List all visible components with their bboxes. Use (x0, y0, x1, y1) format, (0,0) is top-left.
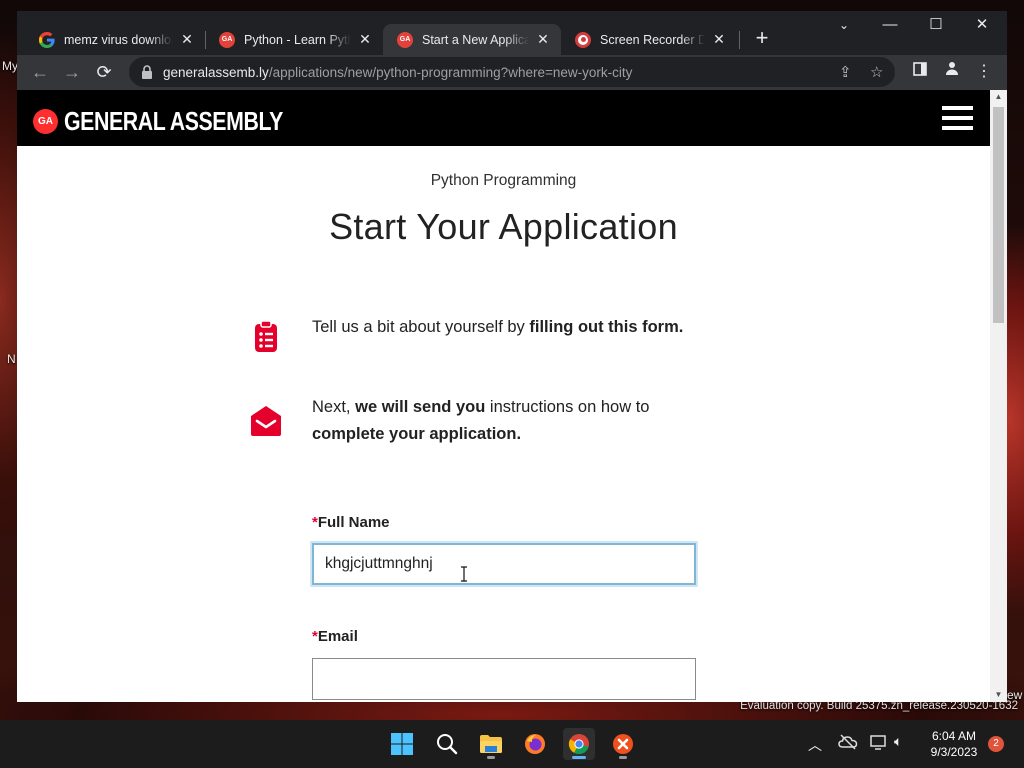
firefox-button[interactable] (519, 728, 551, 760)
google-icon (39, 31, 55, 48)
tab-title: Start a New Application (422, 32, 529, 47)
search-button[interactable] (431, 728, 463, 760)
clipboard-checklist-icon (255, 320, 277, 352)
bookmark-star-icon[interactable]: ☆ (870, 63, 883, 81)
page-scrollbar[interactable]: ▲ ▼ (990, 90, 1007, 702)
tab-start-application[interactable]: GA Start a New Application ✕ (383, 24, 561, 55)
desktop-icon-label[interactable]: My (2, 59, 18, 73)
taskbar: ︿ 🔈︎ 6:04 AM 9/3/2023 2 (0, 720, 1024, 768)
ga-logo-mark: GA (33, 109, 58, 134)
envelope-icon (251, 406, 281, 436)
tab-search-button[interactable]: ⌄ (821, 11, 867, 41)
chrome-button[interactable] (563, 728, 595, 760)
minimize-button[interactable]: — (867, 11, 913, 41)
system-clock[interactable]: 6:04 AM 9/3/2023 (922, 728, 986, 760)
maximize-button[interactable]: ☐ (913, 11, 959, 41)
close-tab-icon[interactable]: ✕ (357, 31, 373, 48)
full-name-input[interactable] (312, 543, 696, 585)
scrollbar-thumb[interactable] (993, 107, 1004, 323)
email-label: *Email (312, 628, 358, 645)
show-hidden-icons-chevron-icon[interactable]: ︿ (808, 735, 822, 755)
windows-logo-icon (391, 733, 413, 755)
url-path: /applications/new/python-programming?whe… (268, 64, 633, 80)
hamburger-menu-icon[interactable] (942, 106, 973, 130)
text-cursor-icon (461, 566, 467, 582)
share-icon[interactable]: ⇪ (839, 63, 852, 81)
tab-title: memz virus download (64, 32, 173, 47)
full-name-label: *Full Name (312, 514, 390, 531)
clock-time: 6:04 AM (931, 729, 977, 743)
forward-button[interactable]: → (58, 58, 86, 86)
email-input[interactable] (312, 658, 696, 700)
close-tab-icon[interactable]: ✕ (711, 31, 727, 48)
running-indicator (619, 756, 627, 759)
page-viewport: GA GENERAL ASSEMBLY Python Programming S… (17, 90, 990, 702)
browser-window: memz virus download ✕ GA Python - Learn … (17, 11, 1007, 702)
folder-icon (480, 735, 502, 753)
clock-date: 9/3/2023 (930, 745, 978, 759)
desktop-icon-label[interactable]: N (7, 352, 16, 366)
tab-separator (739, 31, 740, 49)
running-indicator (572, 756, 586, 759)
ga-icon: GA (397, 31, 413, 48)
orange-x-app-icon (613, 734, 633, 754)
new-tab-button[interactable]: + (749, 25, 775, 51)
tab-screen-recorder[interactable]: Screen Recorder Download ✕ (561, 24, 737, 55)
firefox-icon (525, 734, 545, 754)
tab-strip: memz virus download ✕ GA Python - Learn … (17, 11, 1007, 55)
ga-logo-text: GENERAL ASSEMBLY (64, 106, 283, 136)
volume-icon[interactable]: 🔈︎ (894, 733, 902, 750)
step-send-instructions-text: Next, we will send you instructions on h… (312, 398, 650, 443)
step-fill-form-text: Tell us a bit about yourself by filling … (312, 318, 684, 336)
program-name: Python Programming (430, 172, 577, 189)
recorder-icon (575, 31, 591, 48)
scroll-up-arrow-icon[interactable]: ▲ (990, 90, 1007, 104)
onedrive-offline-icon[interactable] (838, 734, 858, 753)
browser-toolbar: ← → ⟳ generalassemb.ly/applications/new/… (17, 55, 1007, 90)
file-explorer-button[interactable] (475, 728, 507, 760)
ga-icon: GA (219, 31, 235, 48)
search-icon (437, 734, 458, 755)
address-bar[interactable]: generalassemb.ly/applications/new/python… (129, 57, 895, 87)
tab-python-learn[interactable]: GA Python - Learn Python ✕ (205, 24, 383, 55)
side-panel-icon[interactable] (906, 58, 934, 86)
browser-menu-icon[interactable]: ⋮ (970, 58, 998, 86)
scroll-down-arrow-icon[interactable]: ▼ (990, 688, 1007, 702)
close-window-button[interactable]: ✕ (959, 11, 1005, 41)
tab-title: Screen Recorder Download (600, 32, 705, 47)
ga-icon-text: GA (221, 36, 233, 43)
page-title: Start Your Application (329, 206, 678, 247)
network-icon[interactable] (870, 734, 888, 753)
notification-badge[interactable]: 2 (988, 736, 1004, 752)
chrome-icon (568, 734, 589, 755)
url-host: generalassemb.ly (163, 64, 269, 80)
close-tab-icon[interactable]: ✕ (535, 31, 551, 48)
profile-icon[interactable] (938, 58, 966, 86)
tool-app-button[interactable] (607, 728, 639, 760)
reload-button[interactable]: ⟳ (90, 58, 118, 86)
general-assembly-logo[interactable]: GA GENERAL ASSEMBLY (33, 106, 331, 137)
running-indicator (487, 756, 495, 759)
site-header: GA GENERAL ASSEMBLY (17, 90, 990, 146)
start-button[interactable] (386, 728, 418, 760)
tab-title: Python - Learn Python (244, 32, 351, 47)
lock-icon[interactable] (141, 65, 153, 79)
tab-memz[interactable]: memz virus download ✕ (25, 24, 205, 55)
back-button[interactable]: ← (26, 58, 54, 86)
ga-icon-text: GA (399, 36, 411, 43)
url-text: generalassemb.ly/applications/new/python… (163, 65, 632, 80)
close-tab-icon[interactable]: ✕ (179, 31, 195, 48)
